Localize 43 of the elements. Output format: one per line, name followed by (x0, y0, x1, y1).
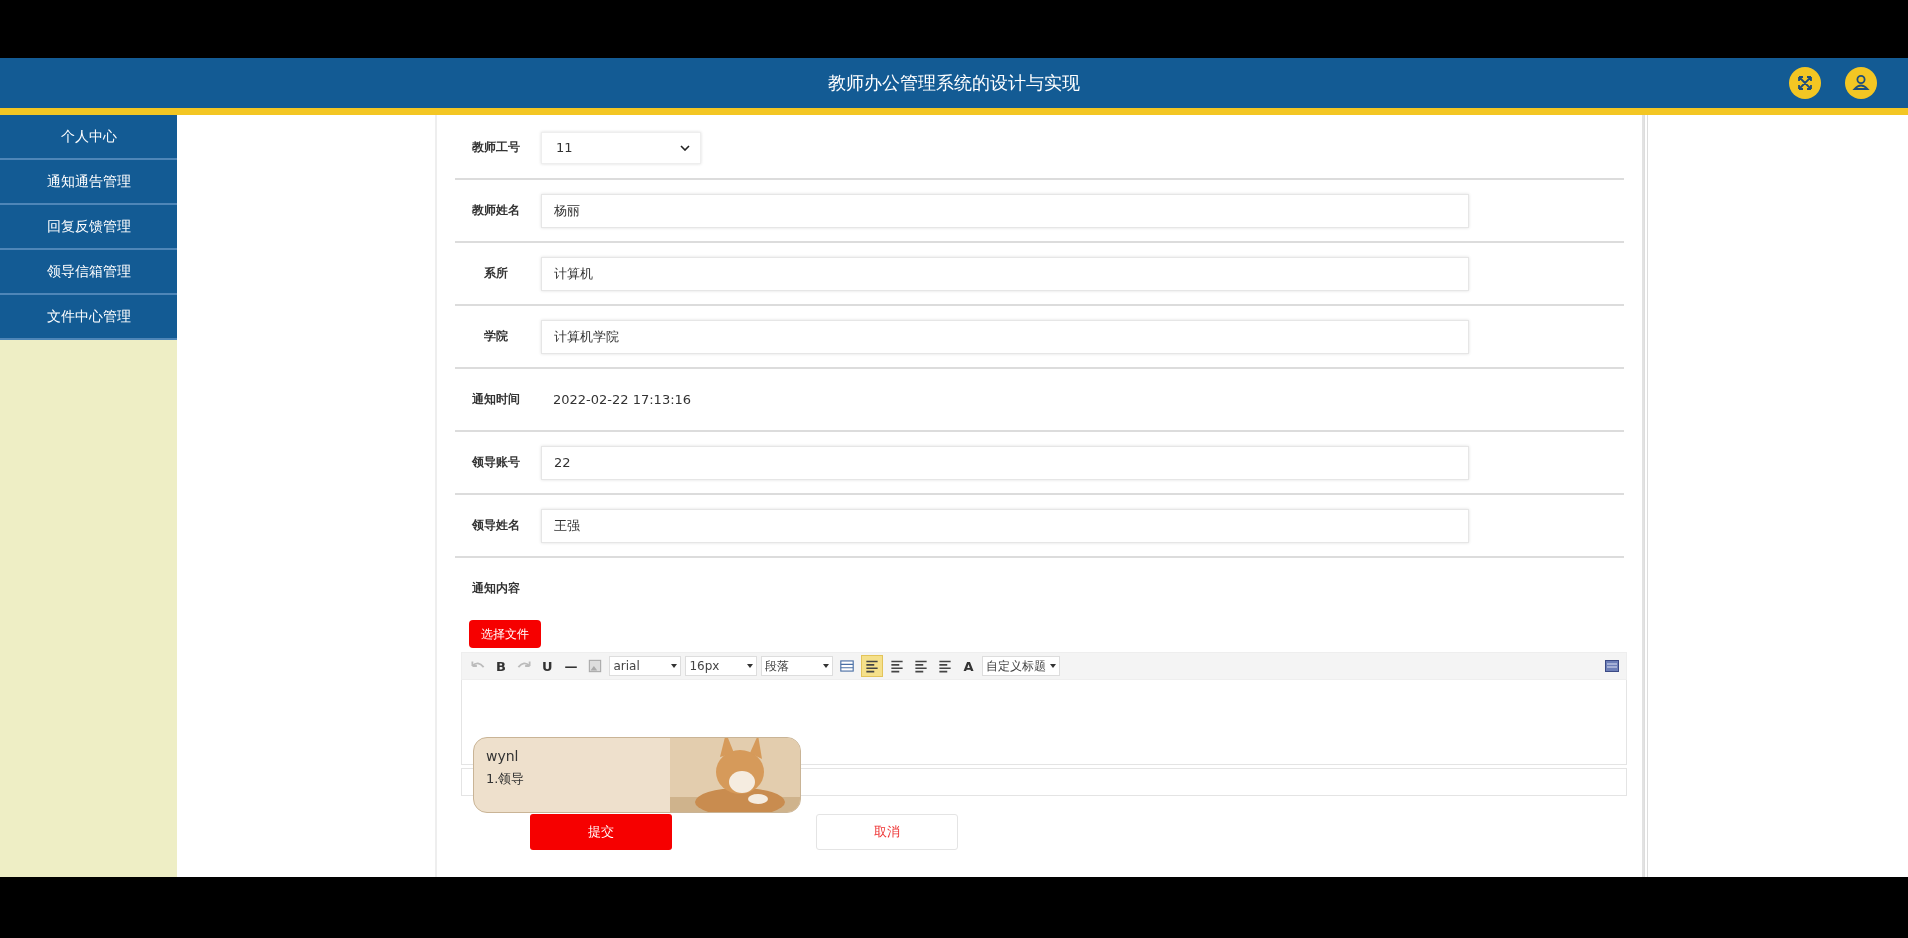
input-field[interactable]: 杨丽 (541, 193, 1469, 228)
cross-arrows-icon[interactable] (1789, 67, 1821, 99)
caret-icon (1049, 664, 1056, 668)
chevron-down-icon (680, 144, 690, 151)
field-label: 通知时间 (471, 391, 521, 408)
sidebar-item[interactable]: 文件中心管理 (0, 295, 177, 340)
input-field[interactable]: 计算机学院 (541, 319, 1469, 354)
sidebar-item[interactable]: 回复反馈管理 (0, 205, 177, 250)
toolbar-select[interactable]: 自定义标题 (981, 656, 1060, 676)
sidebar-item[interactable]: 领导信箱管理 (0, 250, 177, 295)
caret-icon (671, 664, 678, 668)
submit-button[interactable]: 提交 (530, 814, 672, 850)
cancel-button[interactable]: 取消 (816, 814, 958, 850)
toolbar-button[interactable]: A (959, 658, 978, 674)
field-label: 教师工号 (471, 139, 521, 156)
sidebar-item[interactable]: 通知通告管理 (0, 160, 177, 205)
app-title: 教师办公管理系统的设计与实现 (828, 71, 1080, 95)
toolbar-button[interactable]: B (492, 658, 510, 674)
sidebar-item[interactable]: 个人中心 (0, 115, 177, 160)
toolbar-select[interactable]: arial (609, 656, 682, 676)
select-field[interactable]: 11 (541, 131, 701, 164)
upload-button[interactable]: 选择文件 (469, 620, 541, 648)
field-label: 学院 (483, 328, 509, 345)
field-value: 2022-02-22 17:13:16 (553, 392, 692, 407)
field-label: 领导姓名 (470, 517, 521, 534)
ime-candidate[interactable]: 1.领导 (486, 770, 525, 788)
align-icon[interactable] (861, 655, 884, 677)
toolbar-button[interactable]: U (537, 658, 557, 674)
toolbar-button[interactable]: — (560, 658, 582, 674)
field-label: 系所 (483, 265, 509, 282)
caret-icon (823, 664, 830, 668)
user-icon[interactable] (1845, 67, 1877, 99)
ime-composition: wynl (486, 748, 520, 764)
input-field[interactable]: 王强 (541, 508, 1469, 543)
input-field[interactable]: 计算机 (541, 256, 1469, 291)
input-field[interactable]: 22 (541, 445, 1469, 480)
caret-icon (747, 664, 754, 668)
toolbar-select[interactable]: 段落 (761, 656, 834, 676)
fullscreen-icon[interactable] (1604, 658, 1620, 674)
field-label: 教师姓名 (471, 202, 521, 219)
field-label: 领导账号 (470, 454, 521, 471)
field-label: 通知内容 (471, 579, 521, 597)
toolbar-select[interactable]: 16px (685, 656, 758, 676)
